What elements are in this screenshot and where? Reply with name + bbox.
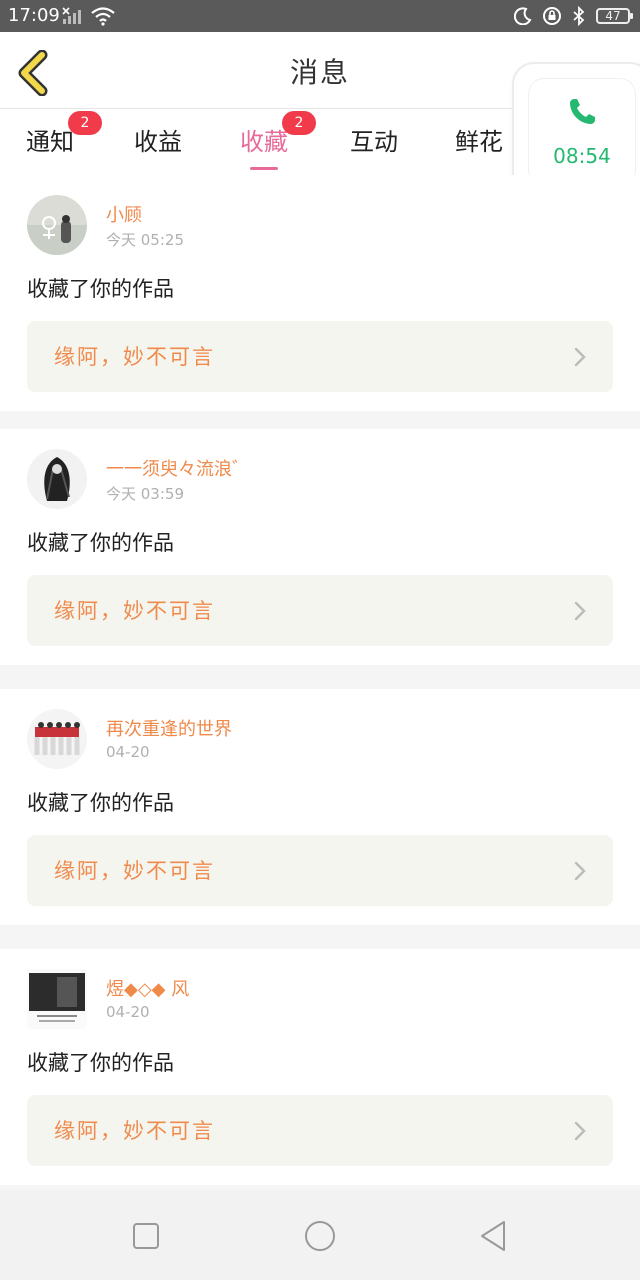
tab-label: 鲜花 bbox=[455, 128, 503, 156]
tab-interaction[interactable]: 互动 bbox=[350, 118, 398, 166]
work-link[interactable]: 缘阿，妙不可言 bbox=[27, 1095, 613, 1166]
call-timer: 08:54 bbox=[553, 144, 611, 168]
username[interactable]: 小顾 bbox=[106, 201, 142, 227]
username[interactable]: 煜◆◇◆ 风 bbox=[106, 975, 189, 1001]
no-signal-icon bbox=[62, 7, 81, 24]
back-triangle-icon[interactable] bbox=[476, 1218, 512, 1254]
work-title: 缘阿，妙不可言 bbox=[54, 859, 215, 883]
moon-icon bbox=[514, 7, 532, 25]
tab-flowers[interactable]: 鲜花 bbox=[455, 118, 503, 166]
work-title: 缘阿，妙不可言 bbox=[54, 1119, 215, 1143]
action-text: 收藏了你的作品 bbox=[27, 277, 174, 301]
unread-badge: 2 bbox=[282, 111, 316, 135]
timestamp: 今天 05:25 bbox=[106, 231, 184, 249]
avatar[interactable] bbox=[27, 969, 87, 1029]
tab-label: 通知 bbox=[26, 128, 74, 156]
work-link[interactable]: 缘阿，妙不可言 bbox=[27, 835, 613, 906]
tab-label: 收益 bbox=[134, 128, 182, 156]
avatar[interactable] bbox=[27, 195, 87, 255]
action-text: 收藏了你的作品 bbox=[27, 791, 174, 815]
active-tab-indicator bbox=[250, 167, 278, 170]
timestamp: 04-20 bbox=[106, 1003, 150, 1021]
chevron-right-icon bbox=[574, 347, 586, 367]
username[interactable]: 一一须臾々流浪゛ bbox=[106, 455, 250, 481]
list-item: 再次重逢的世界 04-20 收藏了你的作品 缘阿，妙不可言 bbox=[0, 689, 640, 925]
chevron-right-icon bbox=[574, 1121, 586, 1141]
work-title: 缘阿，妙不可言 bbox=[54, 345, 215, 369]
lock-rotation-icon bbox=[543, 7, 561, 25]
username[interactable]: 再次重逢的世界 bbox=[106, 715, 232, 741]
timestamp: 04-20 bbox=[106, 743, 150, 761]
list-item: 煜◆◇◆ 风 04-20 收藏了你的作品 缘阿，妙不可言 bbox=[0, 949, 640, 1185]
work-link[interactable]: 缘阿，妙不可言 bbox=[27, 321, 613, 392]
timestamp: 今天 03:59 bbox=[106, 485, 184, 503]
unread-badge: 2 bbox=[68, 111, 102, 135]
tab-label: 互动 bbox=[350, 128, 398, 156]
tab-label: 收藏 bbox=[240, 128, 288, 156]
battery-icon: 47 bbox=[596, 8, 633, 24]
chevron-right-icon bbox=[574, 601, 586, 621]
status-left-icons bbox=[62, 5, 116, 27]
work-link[interactable]: 缘阿，妙不可言 bbox=[27, 575, 613, 646]
action-text: 收藏了你的作品 bbox=[27, 531, 174, 555]
system-navigation-bar bbox=[0, 1190, 640, 1280]
status-time: 17:09 bbox=[8, 5, 60, 26]
call-widget-inner: 08:54 bbox=[528, 78, 636, 186]
avatar[interactable] bbox=[27, 709, 87, 769]
tab-favorites[interactable]: 收藏 2 bbox=[240, 111, 316, 170]
home-icon[interactable] bbox=[302, 1218, 338, 1254]
list-item: 一一须臾々流浪゛ 今天 03:59 收藏了你的作品 缘阿，妙不可言 bbox=[0, 429, 640, 665]
chevron-right-icon bbox=[574, 861, 586, 881]
tab-earnings[interactable]: 收益 bbox=[134, 118, 182, 166]
tab-notice[interactable]: 通知 2 bbox=[26, 111, 102, 166]
list-item: 小顾 今天 05:25 收藏了你的作品 缘阿，妙不可言 bbox=[0, 175, 640, 411]
action-text: 收藏了你的作品 bbox=[27, 1051, 174, 1075]
bluetooth-icon bbox=[573, 6, 585, 26]
status-bar: 17:09 47 bbox=[0, 0, 640, 32]
recent-apps-icon[interactable] bbox=[128, 1218, 164, 1254]
wifi-icon bbox=[91, 7, 115, 26]
phone-icon bbox=[570, 99, 595, 124]
status-right-icons: 47 bbox=[514, 5, 633, 27]
work-title: 缘阿，妙不可言 bbox=[54, 599, 215, 623]
avatar[interactable] bbox=[27, 449, 87, 509]
